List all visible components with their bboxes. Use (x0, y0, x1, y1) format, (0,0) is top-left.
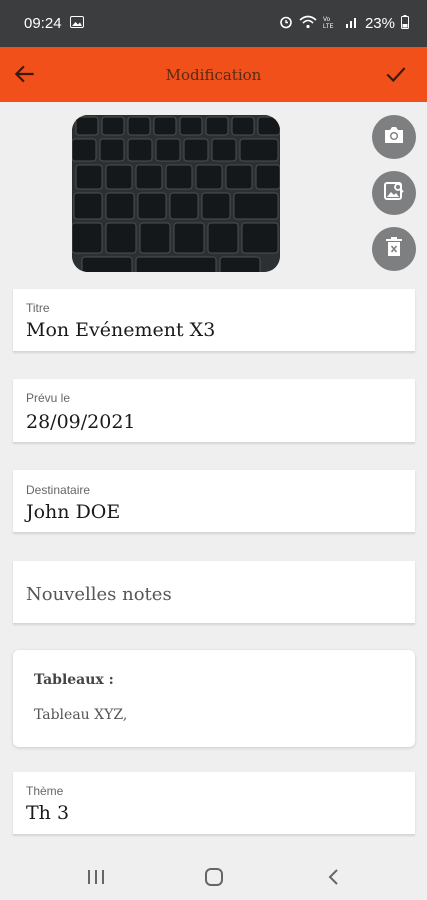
svg-text:LTE: LTE (323, 24, 334, 29)
planned-date-value[interactable]: 28/09/2021 (26, 411, 136, 433)
delete-icon (385, 237, 403, 261)
boards-heading: Tableaux : (34, 672, 114, 688)
notes-placeholder[interactable]: Nouvelles notes (26, 584, 172, 605)
title-label: Titre (26, 301, 50, 315)
system-nav-bar (0, 850, 427, 900)
check-icon[interactable] (383, 61, 409, 87)
camera-icon (383, 125, 405, 149)
alarm-icon (279, 15, 293, 33)
wifi-icon (299, 15, 317, 33)
back-icon[interactable] (322, 865, 346, 889)
event-photo[interactable] (72, 115, 280, 272)
signal-icon (345, 15, 359, 33)
status-time: 09:24 (24, 15, 62, 32)
notes-field[interactable]: Nouvelles notes (13, 561, 415, 624)
image-search-icon (383, 180, 405, 206)
boards-list: Tableau XYZ, (34, 707, 128, 723)
battery-icon (401, 14, 409, 33)
camera-button[interactable] (372, 115, 416, 159)
battery-percent: 23% (364, 15, 395, 32)
planned-date-label: Prévu le (26, 391, 71, 405)
theme-label: Thème (26, 784, 64, 798)
gallery-search-button[interactable] (372, 171, 416, 215)
volte-icon: Vo LTE (323, 15, 339, 33)
arrow-back-icon[interactable] (12, 61, 38, 87)
title-field[interactable]: Titre Mon Evénement X3 (13, 289, 415, 352)
page-title: Modification (165, 65, 262, 84)
planned-date-field[interactable]: Prévu le 28/09/2021 (13, 379, 415, 443)
boards-card[interactable]: Tableaux : Tableau XYZ, (13, 650, 415, 747)
svg-text:Vo: Vo (323, 17, 331, 23)
recipient-label: Destinataire (26, 483, 91, 497)
status-bar: 09:24 Vo LTE 23% (0, 0, 427, 47)
home-icon[interactable] (202, 865, 226, 889)
recipient-field[interactable]: Destinataire John DOE (13, 470, 415, 533)
image-icon (69, 15, 84, 32)
app-bar: Modification (0, 47, 427, 102)
theme-value[interactable]: Th 3 (26, 802, 69, 824)
title-value[interactable]: Mon Evénement X3 (26, 319, 215, 341)
theme-field[interactable]: Thème Th 3 (13, 772, 415, 835)
delete-photo-button[interactable] (372, 227, 416, 271)
recents-icon[interactable] (84, 865, 108, 889)
recipient-value[interactable]: John DOE (26, 501, 120, 523)
